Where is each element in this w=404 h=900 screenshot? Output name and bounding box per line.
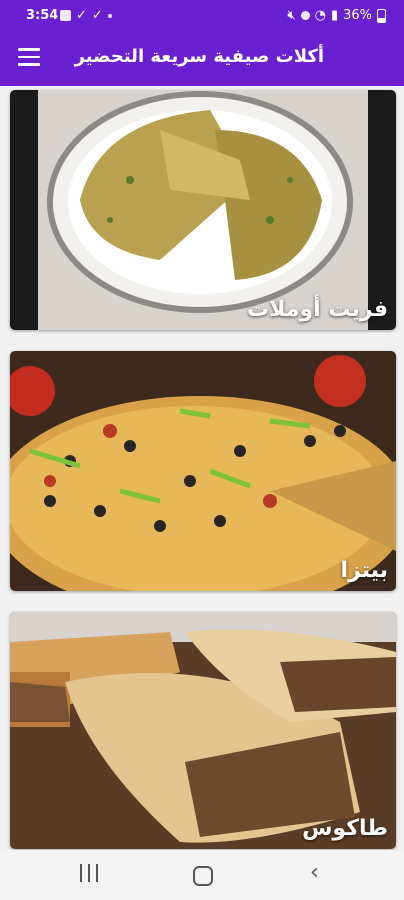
image-icon xyxy=(60,10,71,21)
home-icon[interactable] xyxy=(193,866,213,886)
recents-icon[interactable] xyxy=(80,864,98,882)
app-bar: أكلات صيفية سريعة التحضير xyxy=(0,32,404,86)
recipe-card-label: طاكوس xyxy=(302,816,388,841)
recipe-card-tacos[interactable]: طاكوس xyxy=(10,612,396,849)
battery-percent: 36% xyxy=(343,8,372,23)
dot-icon xyxy=(107,13,112,18)
check-icon: ✓ xyxy=(91,8,103,23)
status-bar: 3:54 ✓ ✓ 🔇︎ ◔ ▮ 36% xyxy=(0,0,404,32)
mute-icon: 🔇︎ xyxy=(287,8,296,23)
status-time: 3:54 xyxy=(26,8,59,23)
recipe-card-omelette[interactable]: فريت أوملات xyxy=(10,90,396,330)
wifi-calling-icon xyxy=(300,11,310,20)
back-icon[interactable]: ‹ xyxy=(310,860,319,885)
check-icon: ✓ xyxy=(76,8,87,23)
recipe-card-pizza[interactable]: بيتزا xyxy=(10,351,396,591)
tacos-image xyxy=(10,612,396,849)
signal-icon: ▮ xyxy=(330,8,339,23)
omelette-image xyxy=(10,90,396,330)
notification-icons: ✓ ✓ xyxy=(60,8,112,23)
pizza-image xyxy=(10,351,396,591)
hamburger-menu-icon[interactable] xyxy=(18,48,40,68)
wifi-icon: ◔ xyxy=(314,8,326,23)
recipe-list: فريت أوملات بيتزا طاكوس xyxy=(10,90,396,870)
battery-icon xyxy=(377,8,386,23)
recipe-card-label: بيتزا xyxy=(340,558,388,583)
app-title: أكلات صيفية سريعة التحضير xyxy=(74,46,324,67)
system-icons: 🔇︎ ◔ ▮ 36% xyxy=(287,8,386,23)
system-nav-bar: ‹ xyxy=(0,850,404,900)
recipe-card-label: فريت أوملات xyxy=(247,297,388,322)
